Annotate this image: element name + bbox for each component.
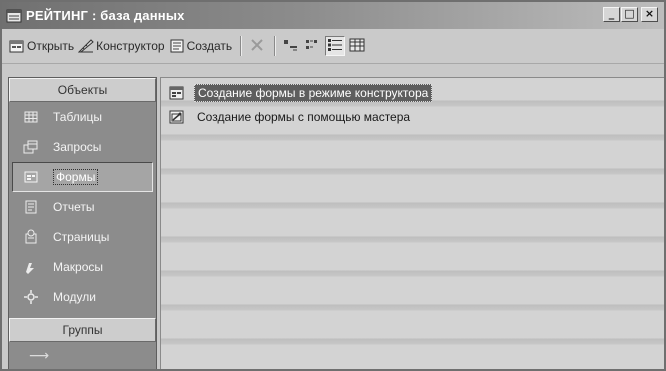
list-item[interactable]: Создание формы с помощью мастера [169, 108, 413, 126]
large-icons-button[interactable] [281, 36, 301, 56]
objects-sidebar: Объекты Таблицы Запросы Формы Отчеты Стр… [8, 77, 157, 369]
database-window: РЕЙТИНГ : база данных _ □ × Открыть Конс… [0, 0, 666, 371]
toolbar-separator [274, 36, 277, 56]
page-icon [23, 229, 39, 245]
wizard-form-icon [169, 109, 185, 125]
toolbar: Открыть Конструктор Создать [2, 29, 664, 64]
sidebar-item-macros[interactable]: Макросы [9, 252, 156, 282]
minimize-button[interactable]: _ [603, 7, 620, 22]
list-item-label: Создание формы с помощью мастера [197, 110, 411, 124]
sidebar-item-tables[interactable]: Таблицы [9, 102, 156, 132]
design-ruler-icon [77, 39, 94, 53]
sidebar-item-reports[interactable]: Отчеты [9, 192, 156, 222]
title-bar[interactable]: РЕЙТИНГ : база данных _ □ × [2, 2, 664, 29]
objects-header[interactable]: Объекты [9, 78, 156, 102]
sidebar-item-label: Формы [53, 169, 99, 185]
small-icons-icon [305, 38, 321, 55]
sidebar-item-label: Отчеты [53, 200, 95, 214]
details-view-icon [349, 38, 365, 55]
delete-icon [250, 38, 264, 55]
create-label: Создать [186, 39, 233, 53]
sidebar-item-forms[interactable]: Формы [12, 162, 153, 192]
list-item-label: Создание формы в режиме конструктора [194, 84, 433, 102]
window-controls: _ □ × [603, 7, 658, 22]
close-button[interactable]: × [641, 7, 658, 22]
toolbar-separator [240, 36, 243, 56]
design-form-icon [169, 85, 185, 101]
delete-button[interactable] [247, 36, 267, 56]
details-view-button[interactable] [347, 36, 367, 56]
sidebar-item-pages[interactable]: Страницы [9, 222, 156, 252]
sidebar-item-label: Запросы [53, 140, 102, 154]
macro-icon [23, 259, 39, 275]
table-icon [23, 109, 39, 125]
small-icons-button[interactable] [303, 36, 323, 56]
database-icon [6, 9, 22, 23]
open-form-icon [9, 39, 25, 53]
maximize-button[interactable]: □ [621, 7, 638, 22]
report-icon [23, 199, 39, 215]
open-label: Открыть [27, 39, 75, 53]
form-icon [23, 169, 39, 185]
list-view-icon [327, 38, 343, 55]
list-item[interactable]: Создание формы в режиме конструктора [169, 84, 433, 102]
sidebar-item-label: Модули [53, 290, 96, 304]
query-icon [23, 139, 39, 155]
sidebar-item-modules[interactable]: Модули [9, 282, 156, 312]
new-object-icon [169, 39, 185, 53]
sidebar-item-queries[interactable]: Запросы [9, 132, 156, 162]
large-icons-icon [283, 38, 299, 55]
list-view-button[interactable] [325, 36, 346, 56]
create-button[interactable]: Создать [168, 35, 236, 57]
groups-arrow-icon: ⟶ [29, 347, 50, 363]
sidebar-item-label: Страницы [53, 230, 110, 244]
groups-header[interactable]: Группы [9, 318, 156, 342]
sidebar-item-label: Макросы [53, 260, 104, 274]
window-title: РЕЙТИНГ : база данных [26, 8, 185, 23]
open-button[interactable]: Открыть [8, 35, 77, 57]
sidebar-item-label: Таблицы [53, 110, 103, 124]
design-button[interactable]: Конструктор [77, 35, 167, 57]
design-label: Конструктор [96, 39, 165, 53]
objects-list: Создание формы в режиме конструктора Соз… [160, 77, 664, 369]
module-icon [23, 289, 39, 305]
